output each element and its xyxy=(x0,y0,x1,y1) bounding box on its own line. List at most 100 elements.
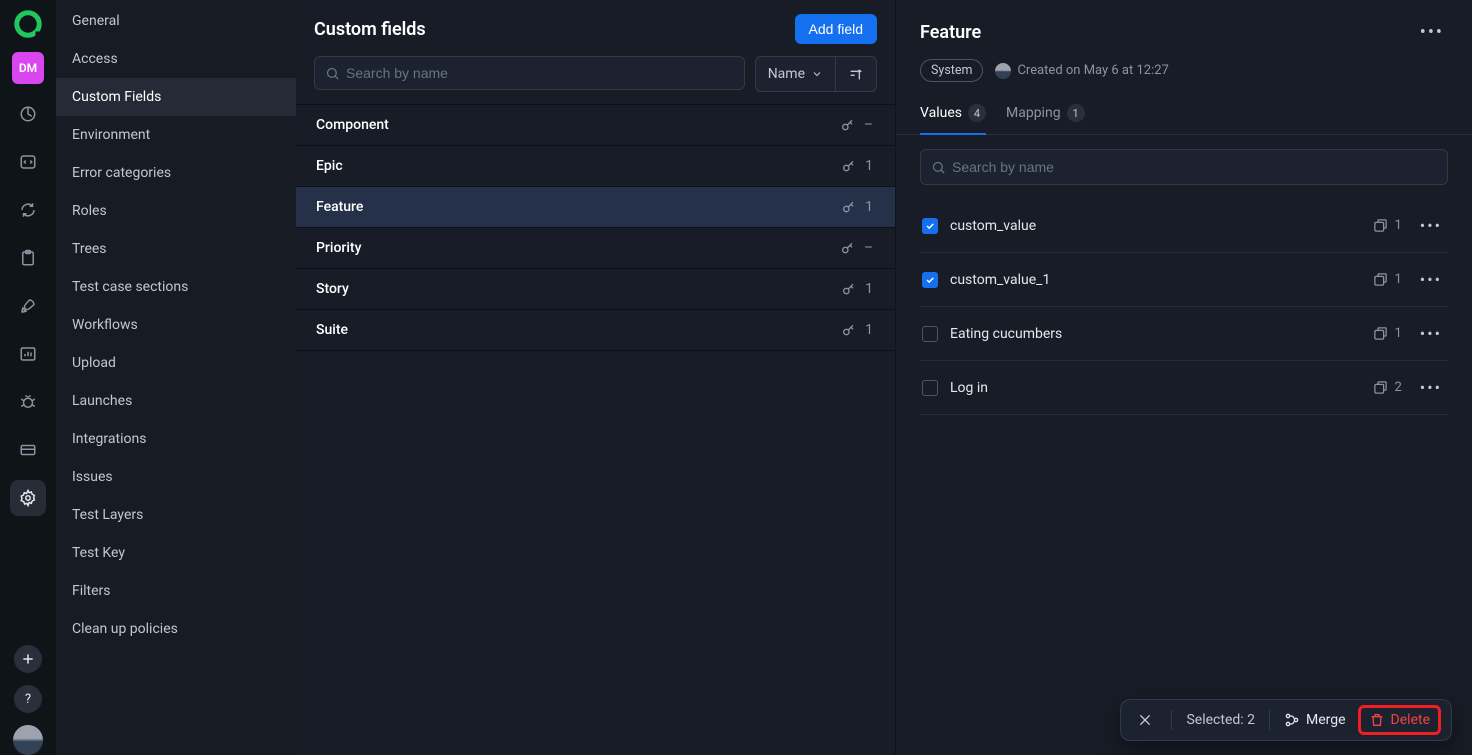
sidebar-item[interactable]: Upload xyxy=(56,344,296,382)
sort-label: Name xyxy=(768,66,805,82)
key-icon xyxy=(840,240,856,256)
value-row[interactable]: Log in 2 ••• xyxy=(920,361,1448,415)
field-row[interactable]: Priority– xyxy=(296,228,895,269)
relation-icon xyxy=(1373,380,1388,395)
value-row[interactable]: custom_value1••• xyxy=(920,199,1448,253)
fields-search-input[interactable] xyxy=(346,65,734,81)
user-avatar[interactable] xyxy=(13,725,43,755)
tab-count: 1 xyxy=(1067,104,1085,122)
detail-tabs: Values4 Mapping1 xyxy=(896,86,1472,135)
creator-avatar xyxy=(995,63,1011,79)
values-list: custom_value1•••custom_value_11•••Eating… xyxy=(920,199,1448,415)
merge-label: Merge xyxy=(1306,712,1346,728)
sidebar-item[interactable]: Issues xyxy=(56,458,296,496)
value-row[interactable]: Eating cucumbers1••• xyxy=(920,307,1448,361)
add-icon[interactable] xyxy=(14,645,42,673)
settings-sidebar: GeneralAccessCustom FieldsEnvironmentErr… xyxy=(56,0,296,755)
tab[interactable]: Mapping1 xyxy=(1006,104,1085,134)
app-logo[interactable] xyxy=(12,8,44,40)
value-row[interactable]: custom_value_1 1 ••• xyxy=(920,253,1448,307)
code-icon[interactable] xyxy=(10,144,46,180)
sidebar-item[interactable]: Custom Fields xyxy=(56,78,296,116)
sidebar-item[interactable]: Access xyxy=(56,40,296,78)
close-icon xyxy=(1137,712,1153,728)
sidebar-item[interactable]: Clean up policies xyxy=(56,610,296,648)
merge-button[interactable]: Merge xyxy=(1284,712,1346,728)
delete-button[interactable]: Delete xyxy=(1358,705,1441,735)
chevron-down-icon xyxy=(811,68,823,80)
key-icon xyxy=(841,199,857,215)
field-row[interactable]: Story1 xyxy=(296,269,895,310)
sort-name-button[interactable]: Name xyxy=(756,57,835,91)
value-name: Eating cucumbers xyxy=(950,326,1062,342)
custom-fields-panel: Custom fields Add field Name Component–E… xyxy=(296,0,896,755)
search-icon xyxy=(325,66,340,81)
created-text: Created on May 6 at 12:27 xyxy=(1017,63,1168,78)
value-more-icon[interactable]: ••• xyxy=(1416,320,1446,347)
selection-count: Selected: 2 xyxy=(1186,712,1255,728)
sidebar-item[interactable]: Workflows xyxy=(56,306,296,344)
help-icon[interactable]: ? xyxy=(14,685,42,713)
analytics-icon[interactable] xyxy=(10,336,46,372)
clipboard-icon[interactable] xyxy=(10,240,46,276)
sidebar-item[interactable]: Environment xyxy=(56,116,296,154)
sidebar-item[interactable]: Test Key xyxy=(56,534,296,572)
card-icon[interactable] xyxy=(10,432,46,468)
sidebar-item[interactable]: Integrations xyxy=(56,420,296,458)
merge-icon xyxy=(1284,712,1300,728)
value-more-icon[interactable]: ••• xyxy=(1416,266,1446,293)
detail-title: Feature xyxy=(920,22,981,43)
value-count: 2 xyxy=(1394,380,1401,395)
key-icon xyxy=(841,322,857,338)
bug-icon[interactable] xyxy=(10,384,46,420)
delete-label: Delete xyxy=(1391,712,1430,728)
launches-icon[interactable] xyxy=(10,192,46,228)
tab[interactable]: Values4 xyxy=(920,104,986,134)
dashboard-icon[interactable] xyxy=(10,96,46,132)
values-search[interactable] xyxy=(920,149,1448,185)
key-icon xyxy=(840,117,856,133)
value-more-icon[interactable]: ••• xyxy=(1416,374,1446,401)
fields-search[interactable] xyxy=(314,56,745,90)
value-checkbox[interactable] xyxy=(922,326,938,342)
settings-icon[interactable] xyxy=(10,480,46,516)
value-name: custom_value_1 xyxy=(950,272,1050,288)
field-row[interactable]: Feature1 xyxy=(296,187,895,228)
field-count: 1 xyxy=(865,281,873,297)
value-checkbox[interactable] xyxy=(922,380,938,396)
tab-label: Values xyxy=(920,105,962,121)
system-tag: System xyxy=(920,59,983,82)
values-search-input[interactable] xyxy=(952,159,1437,175)
value-name: custom_value xyxy=(950,218,1036,234)
fields-list: Component–Epic1Feature1Priority–Story1Su… xyxy=(296,104,895,351)
selection-close-button[interactable] xyxy=(1133,710,1157,730)
sidebar-item[interactable]: Trees xyxy=(56,230,296,268)
sidebar-item[interactable]: Launches xyxy=(56,382,296,420)
value-count: 1 xyxy=(1394,272,1401,287)
detail-more-icon[interactable]: ••• xyxy=(1416,18,1448,47)
field-count: 1 xyxy=(865,158,873,174)
field-count: 1 xyxy=(865,322,873,338)
sidebar-item[interactable]: Error categories xyxy=(56,154,296,192)
page-title: Custom fields xyxy=(314,19,426,40)
field-row[interactable]: Component– xyxy=(296,105,895,146)
add-field-button[interactable]: Add field xyxy=(795,14,877,44)
relation-icon xyxy=(1373,272,1388,287)
sidebar-item[interactable]: Test Layers xyxy=(56,496,296,534)
field-count: – xyxy=(864,117,873,133)
sidebar-item[interactable]: Test case sections xyxy=(56,268,296,306)
value-more-icon[interactable]: ••• xyxy=(1416,212,1446,239)
field-row[interactable]: Epic1 xyxy=(296,146,895,187)
value-checkbox[interactable] xyxy=(922,218,938,234)
relation-icon xyxy=(1373,218,1388,233)
value-checkbox[interactable] xyxy=(922,272,938,288)
field-row[interactable]: Suite1 xyxy=(296,310,895,351)
sidebar-item[interactable]: General xyxy=(56,2,296,40)
workspace-badge[interactable]: DM xyxy=(12,52,44,84)
sidebar-item[interactable]: Filters xyxy=(56,572,296,610)
sort-direction-button[interactable] xyxy=(836,57,876,91)
sidebar-item[interactable]: Roles xyxy=(56,192,296,230)
rocket-icon[interactable] xyxy=(10,288,46,324)
sort-icon xyxy=(848,66,864,82)
value-name: Log in xyxy=(950,380,988,396)
